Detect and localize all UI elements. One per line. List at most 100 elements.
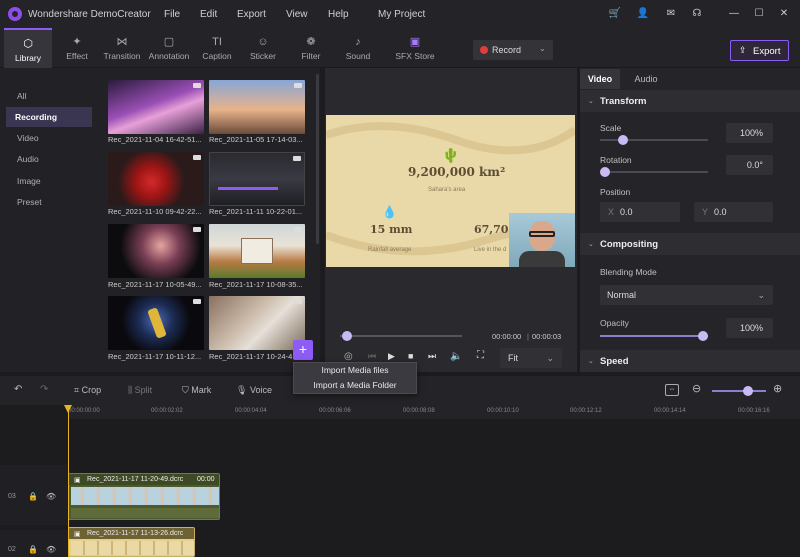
sidebar-item-image[interactable]: Image bbox=[8, 171, 94, 191]
opacity-label: Opacity bbox=[600, 318, 629, 328]
preview-progress-knob[interactable] bbox=[342, 331, 352, 341]
tab-video[interactable]: Video bbox=[580, 69, 620, 89]
sidebar-item-all[interactable]: All bbox=[8, 86, 94, 106]
scale-value-field[interactable]: 100% bbox=[726, 123, 773, 143]
slider-knob[interactable] bbox=[618, 135, 628, 145]
user-icon[interactable]: 👤 bbox=[636, 7, 650, 21]
clip-video-icon: ▣ bbox=[74, 477, 81, 484]
media-thumbnail[interactable] bbox=[209, 224, 305, 278]
voice-button[interactable]: 🎙 Voice bbox=[236, 385, 272, 396]
opacity-value-field[interactable]: 100% bbox=[726, 318, 773, 338]
tool-effect[interactable]: ✦ Effect bbox=[52, 28, 102, 68]
fit-timeline-icon[interactable]: ⇔ bbox=[665, 384, 679, 396]
eye-icon[interactable]: 👁 bbox=[46, 492, 56, 501]
support-icon[interactable]: ☊ bbox=[690, 7, 704, 21]
webcam-overlay[interactable] bbox=[509, 213, 575, 267]
media-thumbnail[interactable] bbox=[209, 80, 305, 134]
mail-icon[interactable]: ✉ bbox=[664, 7, 678, 21]
tool-library[interactable]: ⬡ Library bbox=[4, 28, 52, 68]
tool-annotation[interactable]: ▢ Annotation bbox=[144, 28, 194, 68]
fit-dropdown[interactable]: Fit ⌄ bbox=[500, 348, 562, 368]
tool-label: Caption bbox=[202, 51, 232, 61]
slider-knob[interactable] bbox=[698, 331, 708, 341]
position-x-field[interactable]: X 0.0 bbox=[600, 202, 680, 222]
timeline-clip[interactable]: ▣ Rec_2021-11-17 11-13-26.dcrc bbox=[68, 527, 195, 557]
zoom-out-icon[interactable]: ⊖ bbox=[692, 382, 701, 395]
slider-knob[interactable] bbox=[600, 167, 610, 177]
zoom-in-icon[interactable]: ⊕ bbox=[773, 382, 782, 395]
menu-export[interactable]: Export bbox=[237, 9, 266, 20]
camera-icon bbox=[193, 155, 201, 160]
microphone-icon: 🎙 bbox=[236, 385, 248, 395]
blending-mode-dropdown[interactable]: Normal ⌄ bbox=[600, 285, 773, 305]
media-scrollbar[interactable] bbox=[316, 74, 319, 244]
media-thumbnail[interactable] bbox=[108, 296, 204, 350]
opacity-slider[interactable] bbox=[600, 331, 708, 341]
tool-filter[interactable]: ❁ Filter bbox=[286, 28, 336, 68]
lock-icon[interactable]: 🔒 bbox=[28, 492, 38, 501]
slider-knob[interactable] bbox=[743, 386, 753, 396]
split-button[interactable]: ⫼ Split bbox=[128, 385, 152, 396]
section-speed-title: Speed bbox=[600, 356, 629, 367]
tool-label: Sound bbox=[345, 51, 371, 61]
tool-caption[interactable]: TI Caption bbox=[192, 28, 242, 68]
tool-transition[interactable]: ⋈ Transition bbox=[97, 28, 147, 68]
prev-frame-icon[interactable]: ⏮ bbox=[368, 351, 376, 362]
menu-file[interactable]: File bbox=[164, 9, 180, 20]
stat-big: 9,200,000 km² bbox=[408, 165, 506, 179]
stop-icon[interactable]: ■ bbox=[408, 351, 413, 361]
tab-audio[interactable]: Audio bbox=[626, 69, 666, 89]
ruler-tick: 00:00:00:00 bbox=[68, 408, 100, 414]
store-icon: ▣ bbox=[409, 36, 421, 48]
preview-progress-track[interactable] bbox=[340, 335, 462, 337]
snapshot-icon[interactable]: ◎ bbox=[344, 351, 353, 362]
crop-icon: ⌗ bbox=[74, 385, 80, 395]
media-thumbnail[interactable] bbox=[209, 152, 305, 206]
maximize-icon[interactable]: ☐ bbox=[752, 7, 766, 21]
scale-slider[interactable] bbox=[600, 135, 708, 145]
media-thumbnail[interactable] bbox=[108, 224, 204, 278]
sidebar-item-preset[interactable]: Preset bbox=[8, 192, 94, 212]
menu-help[interactable]: Help bbox=[328, 9, 349, 20]
record-button[interactable]: Record ⌄ bbox=[473, 40, 553, 60]
fit-label: Fit bbox=[508, 353, 518, 363]
position-label: Position bbox=[600, 187, 631, 197]
redo-icon[interactable]: ↷ bbox=[40, 384, 48, 395]
playhead[interactable] bbox=[68, 405, 69, 557]
play-icon[interactable]: ▶ bbox=[388, 351, 395, 362]
eye-icon[interactable]: 👁 bbox=[46, 545, 56, 554]
sidebar-item-audio[interactable]: Audio bbox=[8, 149, 94, 169]
volume-icon[interactable]: 🔈 bbox=[450, 351, 462, 362]
timeline-clip[interactable]: ▣ Rec_2021-11-17 11-20-49.dcrc 00:00 bbox=[68, 473, 220, 520]
rotation-slider[interactable] bbox=[600, 167, 708, 177]
menu-item-import-media-folder[interactable]: Import a Media Folder bbox=[294, 378, 416, 393]
ruler-tick: 00:00:02:02 bbox=[151, 408, 183, 414]
tool-label: SFX Store bbox=[395, 51, 435, 61]
rotation-value-field[interactable]: 0.0° bbox=[726, 155, 773, 175]
tool-label: Annotation bbox=[148, 51, 190, 61]
minimize-icon[interactable]: — bbox=[727, 7, 741, 21]
zoom-slider[interactable] bbox=[712, 386, 766, 396]
cart-icon[interactable]: 🛒 bbox=[608, 7, 622, 21]
menu-view[interactable]: View bbox=[286, 9, 308, 20]
undo-icon[interactable]: ↶ bbox=[14, 384, 22, 395]
lock-icon[interactable]: 🔒 bbox=[28, 545, 38, 554]
sidebar-item-video[interactable]: Video bbox=[8, 128, 94, 148]
tool-sticker[interactable]: ☺ Sticker bbox=[238, 28, 288, 68]
export-button[interactable]: ⇪ Export bbox=[730, 40, 789, 61]
tool-sound[interactable]: ♪ Sound bbox=[333, 28, 383, 68]
sidebar-item-recording[interactable]: Recording bbox=[6, 107, 92, 127]
menu-item-import-media-files[interactable]: Import Media files bbox=[294, 363, 416, 378]
position-y-field[interactable]: Y 0.0 bbox=[694, 202, 773, 222]
media-thumbnail[interactable] bbox=[108, 80, 204, 134]
menu-edit[interactable]: Edit bbox=[200, 9, 217, 20]
crop-button[interactable]: ⌗ Crop bbox=[74, 385, 101, 396]
tool-sfx-store[interactable]: ▣ SFX Store bbox=[388, 28, 442, 68]
media-thumbnail[interactable] bbox=[108, 152, 204, 206]
add-media-button[interactable]: + bbox=[293, 340, 313, 360]
fullscreen-icon[interactable]: ⛶ bbox=[477, 350, 484, 361]
next-frame-icon[interactable]: ⏭ bbox=[428, 351, 436, 362]
close-icon[interactable]: ✕ bbox=[777, 7, 791, 21]
media-thumbnail[interactable] bbox=[209, 296, 305, 350]
mark-button[interactable]: ⛉ Mark bbox=[182, 385, 211, 396]
